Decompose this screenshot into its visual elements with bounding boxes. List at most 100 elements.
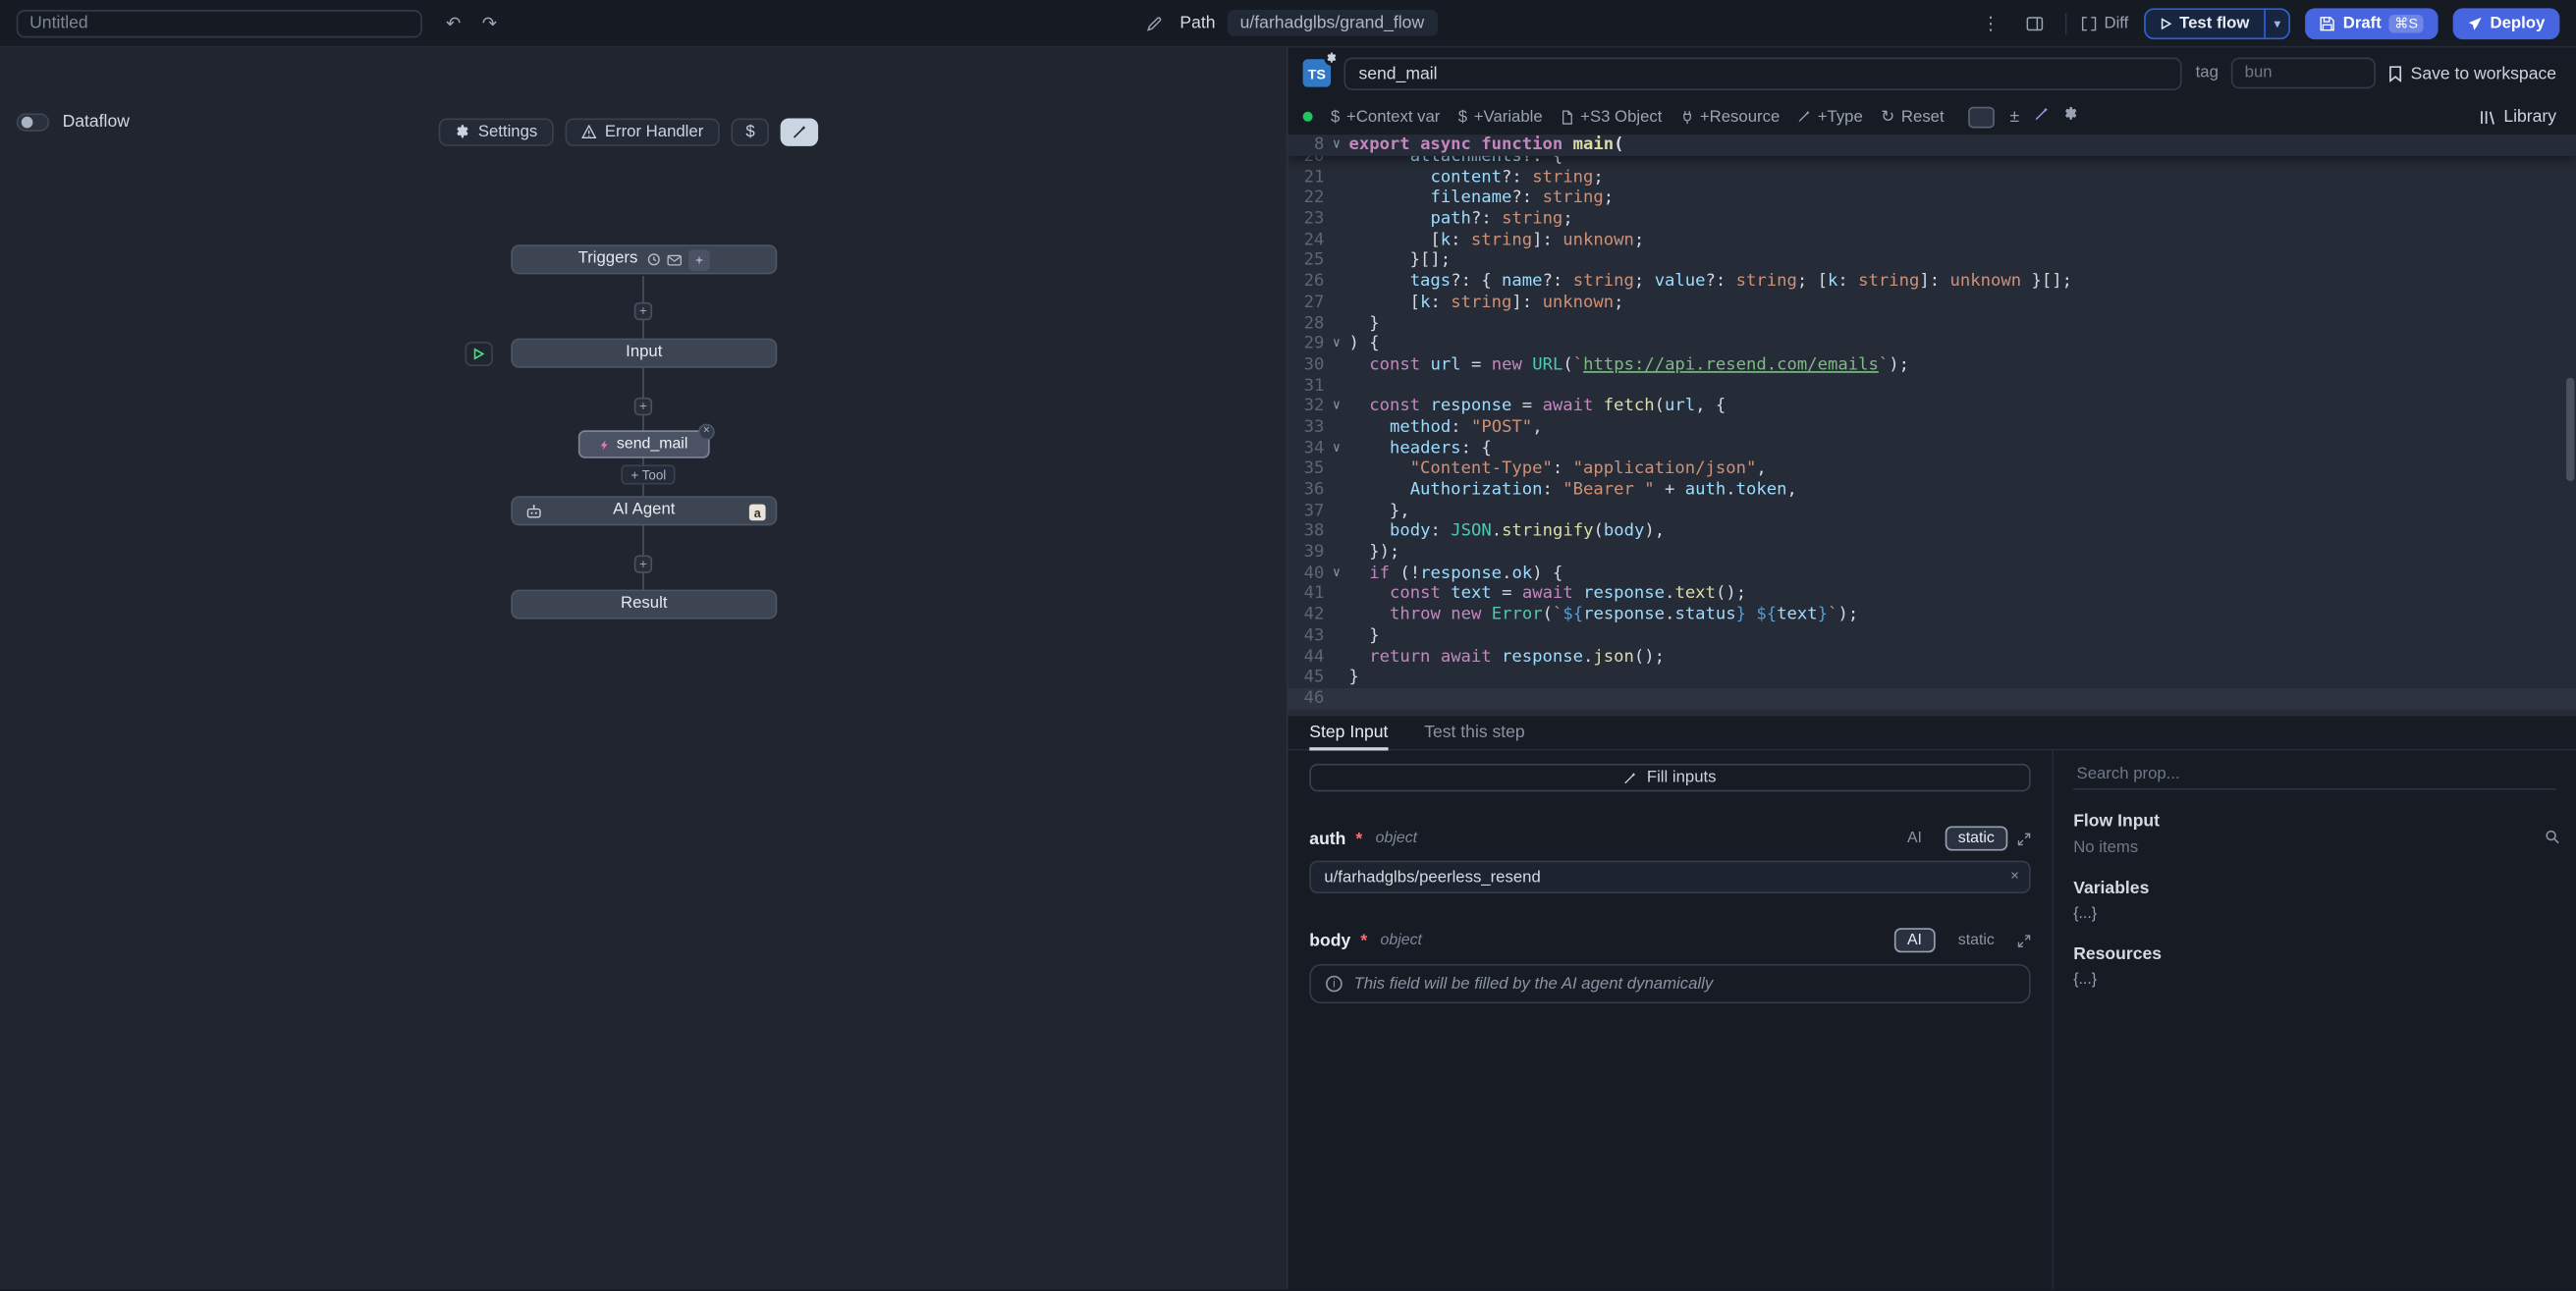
add-trigger-button[interactable]: + — [688, 248, 710, 270]
tag-input[interactable] — [2231, 58, 2376, 89]
fill-inputs-button[interactable]: Fill inputs — [1309, 764, 2030, 791]
add-variable-button[interactable]: $ +Variable — [1458, 108, 1543, 126]
prop-search-input[interactable] — [2073, 761, 2556, 790]
fold-spacer — [1324, 646, 1348, 667]
draft-button[interactable]: Draft ⌘S — [2305, 8, 2438, 39]
node-result[interactable]: Result — [511, 590, 777, 619]
step-editor-panel: TS tag Save to workspace $ +Context va — [1288, 48, 2576, 1290]
field-name: auth — [1309, 829, 1345, 848]
flow-canvas[interactable]: Dataflow Settings Error Handler $ + + — [0, 48, 1288, 1290]
reset-button[interactable]: ↻ Reset — [1881, 108, 1944, 126]
code-editor[interactable]: 20 attachments?: {21 content?: string;22… — [1288, 134, 2576, 716]
line-number: 25 — [1288, 250, 1325, 271]
ai-wand-icon[interactable] — [2034, 107, 2049, 127]
line-number: 46 — [1288, 688, 1325, 709]
step-input-panel: Fill inputs auth* object AI static — [1288, 751, 2055, 1290]
separator — [2064, 13, 2066, 34]
code-line: 40∨ if (!response.ok) { — [1288, 563, 2576, 583]
undo-icon[interactable]: ↶ — [439, 13, 468, 34]
typescript-badge[interactable]: TS — [1303, 59, 1331, 86]
node-send-mail[interactable]: send_mail — [578, 430, 710, 457]
path-group: Path u/farhadglbs/grand_flow — [1139, 10, 1438, 36]
required-mark: * — [1355, 829, 1362, 848]
insert-step-button[interactable]: + — [634, 555, 652, 572]
expand-icon[interactable] — [2017, 934, 2030, 946]
robot-icon — [525, 505, 542, 524]
variables-section-title: Variables — [2073, 879, 2556, 898]
code-line: 35 "Content-Type": "application/json", — [1288, 458, 2576, 479]
more-menu-icon[interactable]: ⋮ — [1976, 13, 2005, 34]
tab-test-this-step[interactable]: Test this step — [1424, 716, 1525, 748]
fold-icon[interactable]: ∨ — [1324, 438, 1348, 458]
editor-settings-icon[interactable] — [2063, 107, 2078, 127]
auth-resource-input[interactable] — [1309, 861, 2030, 893]
tab-step-input[interactable]: Step Input — [1309, 716, 1388, 748]
resources-object-badge[interactable]: {...} — [2073, 971, 2097, 989]
test-flow-button[interactable]: Test flow ▾ — [2143, 8, 2290, 39]
insert-step-button[interactable]: + — [634, 302, 652, 320]
step-name-input[interactable] — [1343, 57, 2182, 89]
add-type-button[interactable]: +Type — [1798, 108, 1863, 126]
diff-button[interactable]: Diff — [2081, 14, 2128, 31]
editor-toolbar: $ +Context var $ +Variable +S3 Object +R… — [1288, 98, 2576, 134]
expand-icon[interactable] — [2017, 832, 2030, 844]
add-context-var-button[interactable]: $ +Context var — [1331, 108, 1440, 126]
node-ai-agent[interactable]: AI Agent a — [511, 496, 777, 525]
run-input-button[interactable] — [465, 342, 492, 366]
line-number: 8 — [1288, 134, 1325, 155]
code-line: 23 path?: string; — [1288, 209, 2576, 230]
add-tool-button[interactable]: + Tool — [621, 464, 676, 484]
deploy-button[interactable]: Deploy — [2452, 8, 2559, 39]
panel-layout-icon[interactable] — [2020, 16, 2050, 30]
error-handler-button[interactable]: Error Handler — [566, 118, 720, 145]
script-icon — [600, 438, 610, 451]
variables-object-badge[interactable]: {...} — [2073, 905, 2097, 923]
insert-step-button[interactable]: + — [634, 398, 652, 415]
body-ai-mode-button[interactable]: AI — [1894, 928, 1936, 952]
edit-path-icon[interactable] — [1139, 16, 1169, 30]
search-icon[interactable] — [2545, 830, 2559, 844]
fold-icon[interactable]: ∨ — [1324, 397, 1348, 417]
clear-icon[interactable]: × — [2010, 867, 2019, 884]
currency-button[interactable]: $ — [732, 118, 769, 145]
line-number: 42 — [1288, 605, 1325, 625]
code-line: 38 body: JSON.stringify(body), — [1288, 521, 2576, 542]
path-value[interactable]: u/farhadglbs/grand_flow — [1227, 10, 1437, 36]
ai-fill-hint: i This field will be filled by the AI ag… — [1309, 964, 2030, 1003]
warning-icon — [581, 125, 596, 139]
redo-icon[interactable]: ↷ — [474, 13, 504, 34]
fold-icon[interactable]: ∨ — [1324, 334, 1348, 354]
plug-icon — [1680, 109, 1693, 124]
lang-settings-icon[interactable] — [1324, 51, 1339, 66]
flow-input-section-title: Flow Input — [2073, 811, 2556, 831]
library-button[interactable]: Library — [2479, 107, 2556, 127]
lang-ready-indicator — [1303, 112, 1313, 122]
code-line: 22 filename?: string; — [1288, 188, 2576, 208]
editor-scrollbar[interactable] — [2566, 378, 2574, 481]
diff-mode-icon[interactable]: ± — [2010, 107, 2020, 127]
auth-static-mode-button[interactable]: static — [1945, 826, 2007, 850]
dataflow-toggle[interactable] — [17, 113, 49, 131]
dataflow-toggle-row: Dataflow — [17, 112, 130, 132]
node-triggers[interactable]: Triggers + — [511, 244, 777, 274]
remove-tool-icon[interactable]: × — [698, 424, 715, 441]
ai-builder-button[interactable] — [781, 118, 818, 145]
save-to-workspace-button[interactable]: Save to workspace — [2389, 63, 2556, 82]
ai-gen-button[interactable] — [1969, 106, 1996, 128]
editor-icon-group: ± — [1969, 106, 2079, 128]
add-s3-object-button[interactable]: +S3 Object — [1561, 108, 1662, 126]
test-flow-dropdown[interactable]: ▾ — [2264, 9, 2288, 36]
fold-icon[interactable]: ∨ — [1324, 563, 1348, 583]
fold-icon[interactable]: ∨ — [1324, 134, 1348, 155]
flow-name-input[interactable] — [17, 9, 422, 36]
code-line: 28 } — [1288, 313, 2576, 334]
auth-ai-mode-button[interactable]: AI — [1894, 826, 1936, 850]
line-number: 45 — [1288, 668, 1325, 688]
line-number: 31 — [1288, 375, 1325, 396]
node-input[interactable]: Input — [511, 339, 777, 368]
save-icon — [2320, 16, 2334, 30]
add-resource-button[interactable]: +Resource — [1680, 108, 1780, 126]
body-static-mode-button[interactable]: static — [1945, 928, 2007, 952]
line-number: 44 — [1288, 646, 1325, 667]
settings-button[interactable]: Settings — [439, 118, 554, 145]
